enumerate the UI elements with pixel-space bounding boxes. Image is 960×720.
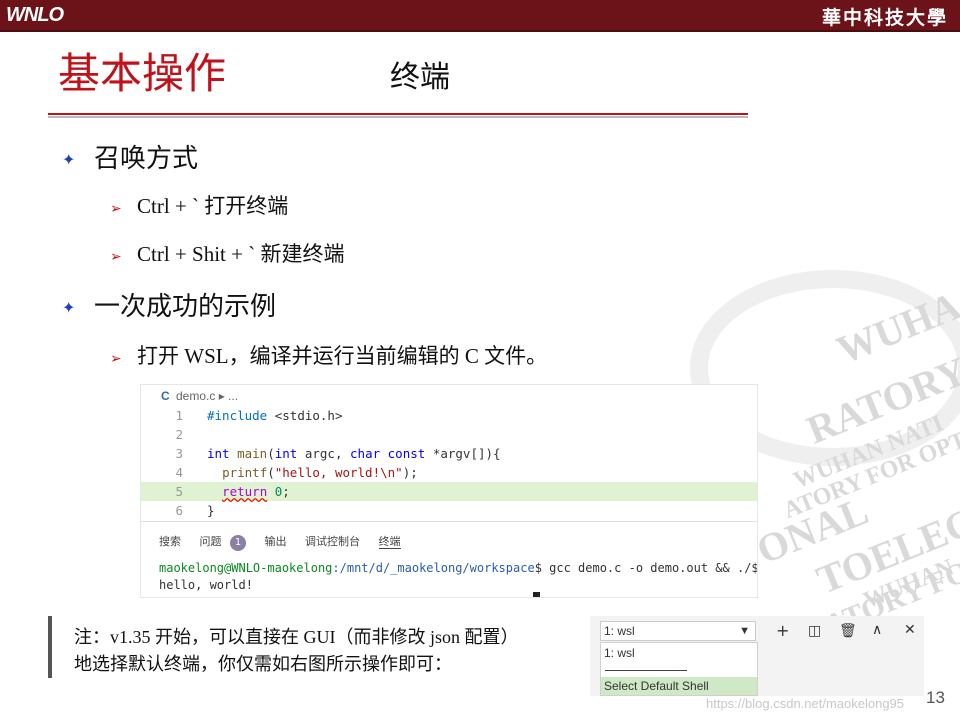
watermark-text: RATORY F [800, 336, 960, 453]
code-line: 3 int main(int argc, char const *argv[])… [141, 444, 757, 463]
star-bullet-icon: ✦ [62, 150, 76, 169]
select-default-shell-option[interactable]: Select Default Shell [601, 677, 757, 695]
line-number: 4 [175, 465, 183, 480]
hust-logo: 華中科技大學 [821, 7, 948, 29]
chevron-up-icon[interactable]: ∧ [872, 622, 882, 638]
watermark-text: ONAL [750, 487, 875, 573]
sub-bullet: ➢ 打开 WSL，编译并运行当前编辑的 C 文件。 [110, 340, 547, 370]
new-terminal-icon[interactable]: + [776, 621, 789, 640]
panel-divider [141, 521, 757, 522]
note-text: 注：v1.35 开始，可以直接在 GUI（而非修改 json 配置） 地选择默认… [74, 627, 519, 674]
line-number: 6 [175, 503, 183, 518]
bullet-example: ✦ 一次成功的示例 [62, 286, 276, 323]
terminal-command-line[interactable]: maokelong@WNLO-maokelong:/mnt/d/_maokelo… [159, 561, 758, 575]
terminal-user: maokelong@WNLO-maokelong [159, 561, 333, 575]
bullet-text: 一次成功的示例 [94, 292, 277, 322]
code-text: } [207, 503, 215, 518]
tab-filename: demo.c ▸ ... [176, 389, 239, 403]
tab-debug-console[interactable]: 调试控制台 [305, 535, 360, 548]
split-terminal-icon[interactable]: ◫ [808, 623, 821, 639]
slide-subtitle: 终端 [390, 60, 450, 95]
code-line-highlighted: 5 return 0; [141, 482, 757, 501]
arrow-bullet-icon: ➢ [110, 250, 122, 265]
bullet-text: 召唤方式 [94, 144, 199, 174]
watermark-text: WUHA [830, 282, 960, 373]
line-number: 2 [175, 427, 183, 442]
watermark-text: ATORY FOR OPT [780, 427, 960, 525]
watermark-text: RATORY FO [800, 554, 960, 620]
watermark-text: WUHAN [860, 554, 958, 615]
editor-tab[interactable]: C demo.c ▸ ... [141, 385, 757, 407]
arrow-bullet-icon: ➢ [110, 352, 122, 367]
sub-bullet-text: 打开 WSL，编译并运行当前编辑的 C 文件。 [137, 344, 548, 368]
breadcrumb-more: ▸ ... [218, 389, 239, 403]
trash-icon[interactable]: 🗑 [839, 623, 857, 639]
option-separator [605, 670, 687, 671]
tab-problems[interactable]: 问题 [200, 535, 222, 548]
sub-bullet: ➢ Ctrl + ` 打开终端 [110, 190, 288, 220]
panel-tabs: 搜索 问题 1 输出 调试控制台 终端 [159, 533, 416, 551]
terminal-output: hello, world! [159, 578, 253, 592]
csdn-watermark: https://blog.csdn.net/maokelong95 [706, 696, 905, 711]
terminal-path: :/mnt/d/_maokelong/workspace [332, 561, 535, 575]
line-number: 5 [175, 484, 183, 499]
wnlo-logo: WNLO [6, 4, 64, 26]
star-bullet-icon: ✦ [62, 298, 76, 317]
tab-search[interactable]: 搜索 [159, 535, 181, 548]
page-number: 13 [926, 688, 945, 707]
terminal-shell-selector: 1: wsl ▼ 1: wsl Select Default Shell + ◫… [590, 616, 924, 696]
terminal-cursor-line[interactable] [159, 591, 540, 597]
watermark-text: WUHAN NATI [790, 410, 948, 495]
line-number: 3 [175, 446, 183, 461]
shell-dropdown-value: 1: wsl [604, 624, 635, 638]
c-file-icon: C [161, 389, 170, 403]
code-text: #include <stdio.h> [207, 408, 343, 423]
tab-terminal[interactable]: 终端 [378, 535, 401, 549]
sub-bullet-text: Ctrl + ` 打开终端 [137, 194, 289, 218]
dropdown-arrow-icon: ▼ [739, 625, 750, 637]
sub-bullet-text: Ctrl + Shit + ` 新建终端 [137, 242, 345, 266]
shell-dropdown[interactable]: 1: wsl ▼ [600, 621, 756, 641]
vscode-editor-screenshot: C demo.c ▸ ... 1 #include <stdio.h> 2 3 … [140, 384, 758, 598]
shell-option[interactable]: 1: wsl [604, 646, 635, 660]
terminal-command: $ gcc demo.c -o demo.out && ./$_ [534, 561, 758, 575]
code-line: 2 [141, 425, 757, 444]
close-icon[interactable]: ✕ [904, 622, 916, 638]
title-underline-shadow [48, 116, 748, 118]
title-underline [48, 113, 748, 115]
tab-output[interactable]: 输出 [265, 535, 287, 548]
problems-count-badge: 1 [230, 535, 246, 551]
code-text: int main(int argc, char const *argv[]){ [207, 446, 501, 461]
code-line: 6 } [141, 501, 757, 520]
note-accent-bar [48, 616, 52, 678]
terminal-cursor [533, 592, 540, 597]
code-line: 4 printf("hello, world!\n"); [141, 463, 757, 482]
code-line: 1 #include <stdio.h> [141, 406, 757, 425]
header-bar: WNLO 華中科技大學 [0, 0, 960, 32]
code-text: return 0; [222, 484, 290, 499]
watermark-text: TOELECT [810, 488, 960, 603]
slide-title: 基本操作 [58, 49, 227, 98]
arrow-bullet-icon: ➢ [110, 202, 122, 217]
bullet-summon: ✦ 召唤方式 [62, 138, 198, 175]
shell-dropdown-list: 1: wsl Select Default Shell [600, 642, 758, 696]
sub-bullet: ➢ Ctrl + Shit + ` 新建终端 [110, 238, 344, 268]
code-text: printf("hello, world!\n"); [222, 465, 418, 480]
line-number: 1 [175, 408, 183, 423]
